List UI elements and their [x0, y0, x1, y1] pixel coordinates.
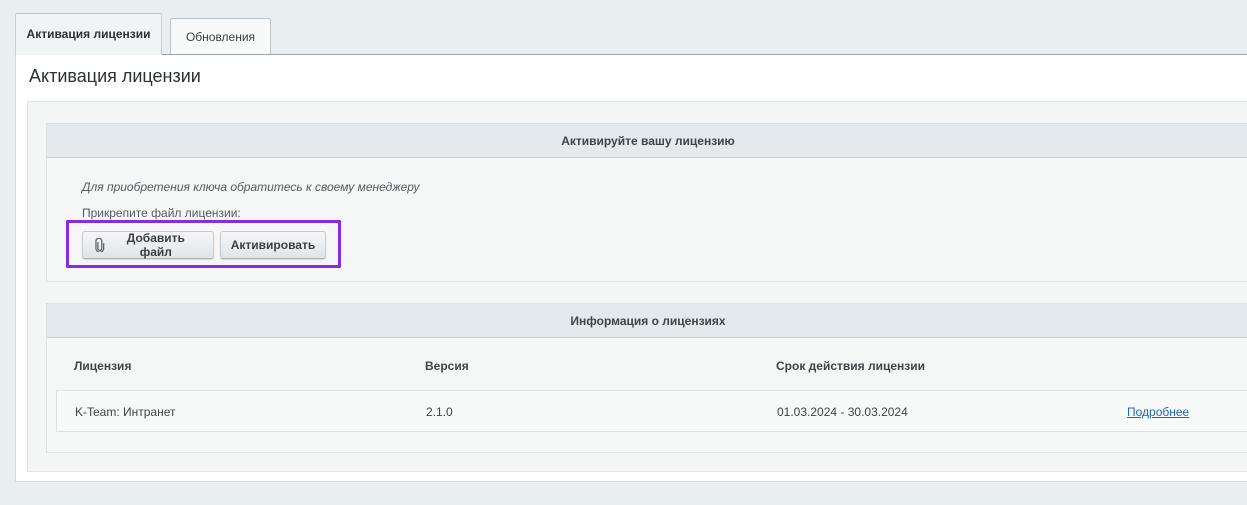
- column-header-period: Срок действия лицензии: [776, 359, 925, 373]
- license-name: K-Team: Интранет: [75, 405, 176, 419]
- license-version: 2.1.0: [426, 405, 453, 419]
- column-header-license: Лицензия: [74, 359, 132, 373]
- section-title: Информация о лицензиях: [47, 304, 1247, 338]
- attach-file-label: Прикрепите файл лицензии:: [82, 206, 241, 220]
- activate-license-section: Активируйте вашу лицензию Для приобретен…: [46, 123, 1247, 282]
- column-header-version: Версия: [425, 359, 469, 373]
- tab-updates[interactable]: Обновления: [170, 18, 271, 54]
- license-info-section: Информация о лицензиях Лицензия Версия С…: [46, 303, 1247, 453]
- page-title: Активация лицензии: [29, 66, 201, 86]
- add-file-button[interactable]: Добавить файл: [82, 231, 214, 259]
- add-file-label: Добавить файл: [126, 231, 185, 259]
- section-title: Активируйте вашу лицензию: [47, 124, 1247, 158]
- details-link[interactable]: Подробнее: [1127, 405, 1189, 419]
- main-panel: Активация лицензии Активируйте вашу лице…: [15, 54, 1247, 482]
- activate-label: Активировать: [230, 238, 316, 252]
- activate-button[interactable]: Активировать: [220, 231, 326, 259]
- content-area: Активируйте вашу лицензию Для приобретен…: [27, 101, 1247, 472]
- table-row: K-Team: Интранет 2.1.0 01.03.2024 - 30.0…: [56, 390, 1247, 432]
- tab-license-activation[interactable]: Активация лицензии: [15, 13, 162, 55]
- license-period: 01.03.2024 - 30.03.2024: [777, 405, 908, 419]
- manager-hint: Для приобретения ключа обратитесь к свое…: [82, 180, 420, 194]
- paperclip-icon: [95, 238, 105, 252]
